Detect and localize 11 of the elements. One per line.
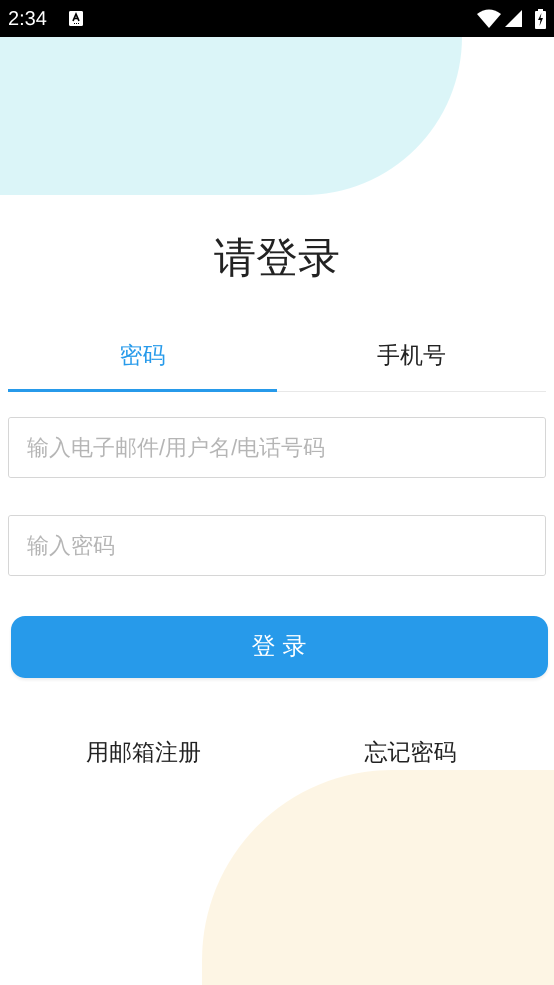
- status-time: 2:34: [8, 6, 47, 32]
- input-field[interactable]: 输入电子邮件/用户名/电话号码: [8, 417, 546, 478]
- page-title: 请登录: [214, 233, 340, 283]
- tab[interactable]: 手机号: [277, 322, 546, 392]
- battery-icon: [535, 8, 546, 28]
- wifi-icon: [477, 9, 501, 28]
- text-link[interactable]: 忘记密码: [364, 735, 456, 770]
- text-link[interactable]: 用邮箱注册: [86, 735, 201, 770]
- signal-icon: [505, 10, 522, 27]
- keyboard-icon: [68, 11, 83, 26]
- input-field[interactable]: 输入密码: [8, 515, 546, 576]
